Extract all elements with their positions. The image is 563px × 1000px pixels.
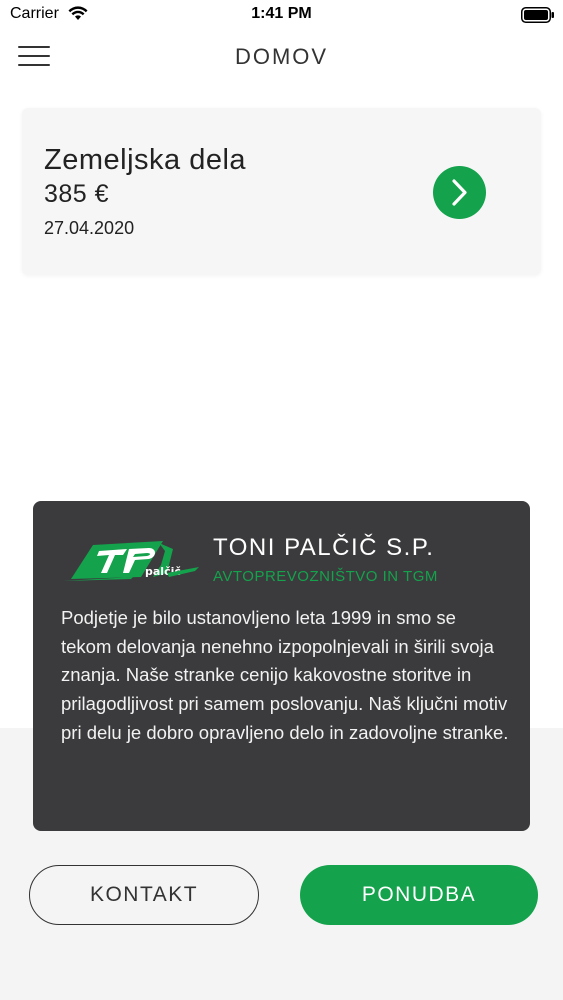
- company-name: TONI PALČIČ S.P.: [213, 534, 435, 561]
- status-bar: Carrier 1:41 PM: [0, 0, 563, 30]
- chevron-right-icon: [452, 179, 467, 206]
- page-title: DOMOV: [234, 44, 329, 69]
- contact-button[interactable]: KONTAKT: [29, 865, 259, 925]
- job-card[interactable]: Zemeljska dela 385 € 27.04.2020: [22, 108, 541, 275]
- company-subtitle: AVTOPREVOZNIŠTVO IN TGM: [213, 568, 438, 585]
- open-job-button[interactable]: [433, 166, 486, 219]
- battery-icon: [521, 7, 555, 23]
- company-logo: palčič: [63, 537, 203, 583]
- status-time: 1:41 PM: [251, 5, 312, 22]
- offer-button[interactable]: PONUDBA: [300, 865, 538, 925]
- company-description: Podjetje je bilo ustanovljeno leta 1999 …: [61, 607, 509, 743]
- company-info-panel: palčič TONI PALČIČ S.P. AVTOPREVOZNIŠTVO…: [33, 501, 530, 831]
- job-title: Zemeljska dela: [44, 144, 247, 176]
- job-price: 385 €: [44, 180, 110, 208]
- job-date: 27.04.2020: [44, 218, 135, 238]
